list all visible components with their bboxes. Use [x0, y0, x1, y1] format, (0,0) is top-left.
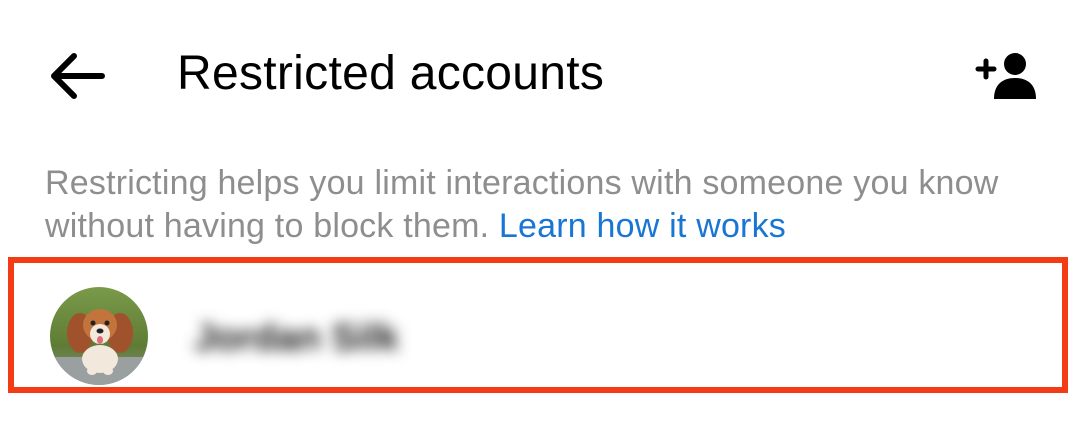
top-app-bar: Restricted accounts [0, 0, 1080, 150]
restrict-description: Restricting helps you limit interactions… [45, 162, 1045, 248]
restricted-account-row[interactable]: Jordan Silk [8, 257, 1068, 393]
add-restricted-account-button[interactable] [974, 52, 1036, 100]
page-title: Restricted accounts [177, 47, 605, 100]
back-button[interactable] [44, 48, 108, 104]
avatar[interactable] [50, 287, 148, 385]
learn-how-it-works-link[interactable]: Learn how it works [499, 207, 786, 245]
add-person-icon [975, 53, 1036, 99]
dog-avatar-icon [50, 287, 148, 385]
account-name: Jordan Silk [194, 317, 399, 359]
arrow-left-icon [51, 53, 105, 99]
